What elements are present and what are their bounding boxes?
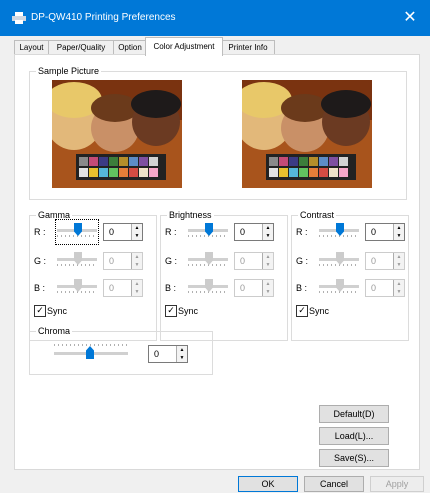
contrast-g-label: G : — [296, 256, 309, 266]
gamma-r-label: R : — [34, 227, 46, 237]
save-button[interactable]: Save(S)... — [319, 449, 389, 467]
brightness-b-slider[interactable] — [186, 277, 230, 297]
brightness-sync-label: Sync — [178, 306, 199, 316]
chroma-group: Chroma 0 ▲ ▼ — [29, 326, 213, 375]
brightness-g-label: G : — [165, 256, 178, 266]
window-title: DP-QW410 Printing Preferences — [31, 12, 176, 23]
spin-arrows-icon[interactable]: ▲ ▼ — [393, 280, 404, 296]
contrast-r-slider[interactable] — [317, 221, 361, 241]
tab-paper-quality[interactable]: Paper/Quality — [48, 40, 114, 55]
brightness-r-spinbox[interactable]: 0 ▲ ▼ — [234, 223, 274, 241]
chroma-label: Chroma — [36, 326, 73, 336]
gamma-b-value[interactable]: 0 — [109, 283, 114, 293]
tab-printer-info[interactable]: Printer Info — [221, 40, 275, 55]
spin-arrows-icon[interactable]: ▲ ▼ — [262, 253, 273, 269]
contrast-label: Contrast — [298, 210, 337, 220]
sample-image-adjusted — [242, 80, 372, 188]
gamma-group: Gamma R : 0 ▲ ▼ G : 0 ▲ ▼ B : 0 ▲ ▼ ✓ Sync — [29, 210, 157, 341]
contrast-sync-checkbox[interactable]: ✓ — [296, 305, 308, 317]
brightness-group: Brightness R : 0 ▲ ▼ G : 0 ▲ ▼ B : 0 ▲ ▼ ✓ Syn… — [160, 210, 288, 341]
tab-layout[interactable]: Layout — [14, 40, 49, 55]
spin-arrows-icon[interactable]: ▲ ▼ — [131, 224, 142, 240]
gamma-b-label: B : — [34, 283, 46, 293]
gamma-g-value[interactable]: 0 — [109, 256, 114, 266]
sample-picture-group: Sample Picture — [29, 66, 407, 200]
contrast-r-label: R : — [296, 227, 308, 237]
spin-arrows-icon[interactable]: ▲ ▼ — [131, 280, 142, 296]
gamma-r-spinbox[interactable]: 0 ▲ ▼ — [103, 223, 143, 241]
brightness-g-spinbox[interactable]: 0 ▲ ▼ — [234, 252, 274, 270]
gamma-r-value[interactable]: 0 — [109, 227, 114, 237]
sample-image-original — [52, 80, 182, 188]
tab-color-adjustment[interactable]: Color Adjustment — [145, 37, 223, 56]
contrast-b-label: B : — [296, 283, 308, 293]
gamma-g-spinbox[interactable]: 0 ▲ ▼ — [103, 252, 143, 270]
tab-option[interactable]: Option — [113, 40, 147, 55]
spin-arrows-icon[interactable]: ▲ ▼ — [262, 224, 273, 240]
contrast-g-slider[interactable] — [317, 250, 361, 270]
contrast-r-spinbox[interactable]: 0 ▲ ▼ — [365, 223, 405, 241]
sample-picture-label: Sample Picture — [36, 66, 102, 76]
spin-arrows-icon[interactable]: ▲ ▼ — [393, 253, 404, 269]
spin-arrows-icon[interactable]: ▲ ▼ — [176, 346, 187, 362]
contrast-r-value[interactable]: 0 — [371, 227, 376, 237]
chroma-spinbox[interactable]: 0 ▲ ▼ — [148, 345, 188, 363]
contrast-g-spinbox[interactable]: 0 ▲ ▼ — [365, 252, 405, 270]
contrast-g-value[interactable]: 0 — [371, 256, 376, 266]
contrast-b-value[interactable]: 0 — [371, 283, 376, 293]
close-button[interactable]: ✕ — [390, 0, 430, 36]
spin-arrows-icon[interactable]: ▲ ▼ — [131, 253, 142, 269]
chroma-value[interactable]: 0 — [154, 349, 159, 359]
brightness-r-slider[interactable] — [186, 221, 230, 241]
gamma-g-slider[interactable] — [55, 250, 99, 270]
cancel-button[interactable]: Cancel — [304, 476, 364, 492]
brightness-b-value[interactable]: 0 — [240, 283, 245, 293]
spin-arrows-icon[interactable]: ▲ ▼ — [393, 224, 404, 240]
slider-thumb[interactable] — [86, 346, 94, 359]
apply-button[interactable]: Apply — [370, 476, 424, 492]
default-button[interactable]: Default(D) — [319, 405, 389, 423]
brightness-label: Brightness — [167, 210, 214, 220]
gamma-sync-label: Sync — [47, 306, 68, 316]
chroma-slider[interactable] — [52, 344, 130, 364]
brightness-b-spinbox[interactable]: 0 ▲ ▼ — [234, 279, 274, 297]
close-icon: ✕ — [403, 9, 417, 26]
contrast-group: Contrast R : 0 ▲ ▼ G : 0 ▲ ▼ B : 0 ▲ ▼ ✓ Sync — [291, 210, 409, 341]
brightness-r-label: R : — [165, 227, 177, 237]
title-bar: DP-QW410 Printing Preferences ✕ — [0, 0, 430, 36]
contrast-b-spinbox[interactable]: 0 ▲ ▼ — [365, 279, 405, 297]
gamma-b-slider[interactable] — [55, 277, 99, 297]
color-adjustment-panel: Sample Picture Gamma R: 0 ▲ ▼ G: 0 ▲ ▼… — [14, 54, 420, 470]
contrast-b-slider[interactable] — [317, 277, 361, 297]
contrast-sync-label: Sync — [309, 306, 330, 316]
printer-icon — [12, 12, 26, 24]
spin-arrows-icon[interactable]: ▲ ▼ — [262, 280, 273, 296]
brightness-b-label: B : — [165, 283, 177, 293]
brightness-g-slider[interactable] — [186, 250, 230, 270]
ok-button[interactable]: OK — [238, 476, 298, 492]
gamma-sync-checkbox[interactable]: ✓ — [34, 305, 46, 317]
load-button[interactable]: Load(L)... — [319, 427, 389, 445]
gamma-b-spinbox[interactable]: 0 ▲ ▼ — [103, 279, 143, 297]
gamma-g-label: G : — [34, 256, 47, 266]
brightness-g-value[interactable]: 0 — [240, 256, 245, 266]
brightness-r-value[interactable]: 0 — [240, 227, 245, 237]
brightness-sync-checkbox[interactable]: ✓ — [165, 305, 177, 317]
gamma-r-slider[interactable] — [55, 221, 99, 241]
